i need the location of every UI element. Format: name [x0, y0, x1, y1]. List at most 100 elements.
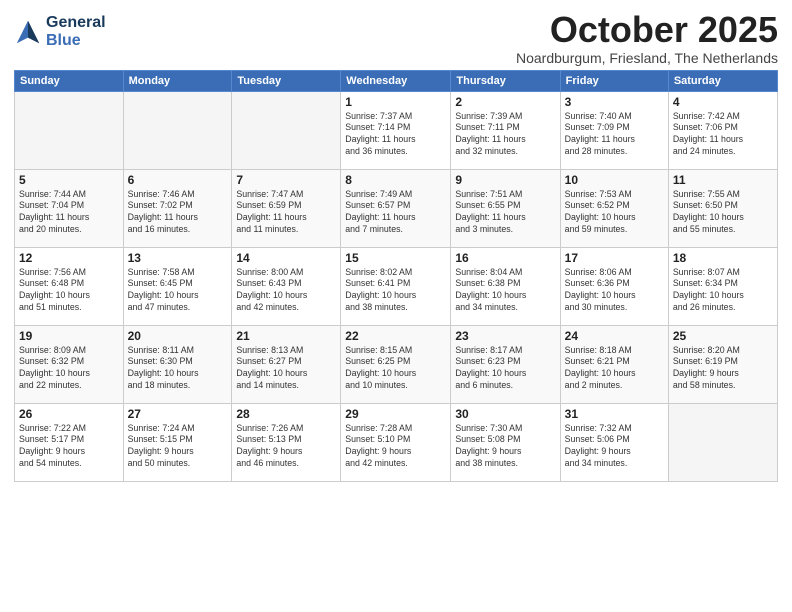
- calendar-cell: [232, 91, 341, 169]
- calendar-cell: 3 Sunrise: 7:40 AM Sunset: 7:09 PM Daylig…: [560, 91, 668, 169]
- day-number: 10: [565, 173, 664, 187]
- day-info: Sunrise: 8:02 AM Sunset: 6:41 PM Dayligh…: [345, 267, 446, 315]
- day-number: 19: [19, 329, 119, 343]
- day-info: Sunrise: 7:30 AM Sunset: 5:08 PM Dayligh…: [455, 423, 555, 471]
- month-title: October 2025: [516, 10, 778, 50]
- day-info: Sunrise: 7:51 AM Sunset: 6:55 PM Dayligh…: [455, 189, 555, 237]
- calendar-cell: 8Sunrise: 7:49 AM Sunset: 6:57 PM Daylig…: [341, 169, 451, 247]
- day-number: 27: [128, 407, 228, 421]
- day-number: 18: [673, 251, 773, 265]
- calendar-cell: 9 Sunrise: 7:51 AM Sunset: 6:55 PM Daylig…: [451, 169, 560, 247]
- day-info: Sunrise: 7:46 AM Sunset: 7:02 PM Dayligh…: [128, 189, 228, 237]
- header-thursday: Thursday: [451, 70, 560, 91]
- day-number: 13: [128, 251, 228, 265]
- calendar-cell: 6 Sunrise: 7:46 AM Sunset: 7:02 PM Daylig…: [123, 169, 232, 247]
- day-number: 7: [236, 173, 336, 187]
- calendar-cell: 24 Sunrise: 8:18 AM Sunset: 6:21 PM Dayli…: [560, 325, 668, 403]
- day-number: 5: [19, 173, 119, 187]
- title-block: October 2025 Noardburgum, Friesland, The…: [516, 10, 778, 66]
- calendar-cell: 23 Sunrise: 8:17 AM Sunset: 6:23 PM Dayli…: [451, 325, 560, 403]
- day-number: 24: [565, 329, 664, 343]
- calendar-week-3: 12Sunrise: 7:56 AM Sunset: 6:48 PM Dayli…: [15, 247, 778, 325]
- header-sunday: Sunday: [15, 70, 124, 91]
- logo-icon: [14, 18, 42, 46]
- day-info: Sunrise: 8:00 AM Sunset: 6:43 PM Dayligh…: [236, 267, 336, 315]
- day-number: 23: [455, 329, 555, 343]
- day-number: 31: [565, 407, 664, 421]
- calendar-cell: 16 Sunrise: 8:04 AM Sunset: 6:38 PM Dayli…: [451, 247, 560, 325]
- day-info: Sunrise: 7:53 AM Sunset: 6:52 PM Dayligh…: [565, 189, 664, 237]
- calendar-cell: 12Sunrise: 7:56 AM Sunset: 6:48 PM Dayli…: [15, 247, 124, 325]
- day-info: Sunrise: 7:28 AM Sunset: 5:10 PM Dayligh…: [345, 423, 446, 471]
- calendar-cell: 25Sunrise: 8:20 AM Sunset: 6:19 PM Dayli…: [668, 325, 777, 403]
- day-number: 20: [128, 329, 228, 343]
- day-number: 17: [565, 251, 664, 265]
- calendar-cell: 26 Sunrise: 7:22 AM Sunset: 5:17 PM Dayli…: [15, 403, 124, 481]
- header-wednesday: Wednesday: [341, 70, 451, 91]
- calendar-week-2: 5 Sunrise: 7:44 AM Sunset: 7:04 PM Daylig…: [15, 169, 778, 247]
- calendar-cell: [668, 403, 777, 481]
- day-number: 12: [19, 251, 119, 265]
- calendar-cell: 29 Sunrise: 7:28 AM Sunset: 5:10 PM Dayli…: [341, 403, 451, 481]
- calendar-header-row: Sunday Monday Tuesday Wednesday Thursday…: [15, 70, 778, 91]
- day-info: Sunrise: 7:22 AM Sunset: 5:17 PM Dayligh…: [19, 423, 119, 471]
- calendar-cell: 20 Sunrise: 8:11 AM Sunset: 6:30 PM Dayli…: [123, 325, 232, 403]
- day-info: Sunrise: 7:24 AM Sunset: 5:15 PM Dayligh…: [128, 423, 228, 471]
- calendar-week-1: 1Sunrise: 7:37 AM Sunset: 7:14 PM Daylig…: [15, 91, 778, 169]
- calendar-cell: 28 Sunrise: 7:26 AM Sunset: 5:13 PM Dayli…: [232, 403, 341, 481]
- day-info: Sunrise: 7:44 AM Sunset: 7:04 PM Dayligh…: [19, 189, 119, 237]
- day-number: 26: [19, 407, 119, 421]
- header-monday: Monday: [123, 70, 232, 91]
- day-info: Sunrise: 7:37 AM Sunset: 7:14 PM Dayligh…: [345, 111, 446, 159]
- calendar-cell: [15, 91, 124, 169]
- day-info: Sunrise: 8:04 AM Sunset: 6:38 PM Dayligh…: [455, 267, 555, 315]
- calendar-cell: 5 Sunrise: 7:44 AM Sunset: 7:04 PM Daylig…: [15, 169, 124, 247]
- calendar-cell: 10 Sunrise: 7:53 AM Sunset: 6:52 PM Dayli…: [560, 169, 668, 247]
- calendar-cell: 1Sunrise: 7:37 AM Sunset: 7:14 PM Daylig…: [341, 91, 451, 169]
- calendar-cell: 18 Sunrise: 8:07 AM Sunset: 6:34 PM Dayli…: [668, 247, 777, 325]
- day-info: Sunrise: 8:20 AM Sunset: 6:19 PM Dayligh…: [673, 345, 773, 393]
- logo-text: General Blue: [46, 14, 106, 50]
- header-tuesday: Tuesday: [232, 70, 341, 91]
- day-info: Sunrise: 8:18 AM Sunset: 6:21 PM Dayligh…: [565, 345, 664, 393]
- calendar-cell: 31 Sunrise: 7:32 AM Sunset: 5:06 PM Dayli…: [560, 403, 668, 481]
- day-info: Sunrise: 7:58 AM Sunset: 6:45 PM Dayligh…: [128, 267, 228, 315]
- day-number: 22: [345, 329, 446, 343]
- calendar-week-4: 19Sunrise: 8:09 AM Sunset: 6:32 PM Dayli…: [15, 325, 778, 403]
- calendar-week-5: 26 Sunrise: 7:22 AM Sunset: 5:17 PM Dayli…: [15, 403, 778, 481]
- calendar-cell: 30 Sunrise: 7:30 AM Sunset: 5:08 PM Dayli…: [451, 403, 560, 481]
- calendar-cell: 19Sunrise: 8:09 AM Sunset: 6:32 PM Dayli…: [15, 325, 124, 403]
- day-number: 2: [455, 95, 555, 109]
- day-info: Sunrise: 8:06 AM Sunset: 6:36 PM Dayligh…: [565, 267, 664, 315]
- day-number: 15: [345, 251, 446, 265]
- day-number: 29: [345, 407, 446, 421]
- logo: General Blue: [14, 14, 106, 50]
- header-friday: Friday: [560, 70, 668, 91]
- day-number: 21: [236, 329, 336, 343]
- day-number: 11: [673, 173, 773, 187]
- day-number: 28: [236, 407, 336, 421]
- day-number: 3: [565, 95, 664, 109]
- day-number: 6: [128, 173, 228, 187]
- day-number: 30: [455, 407, 555, 421]
- day-number: 9: [455, 173, 555, 187]
- day-info: Sunrise: 7:40 AM Sunset: 7:09 PM Dayligh…: [565, 111, 664, 159]
- page-header: General Blue October 2025 Noardburgum, F…: [14, 10, 778, 66]
- calendar-cell: 14 Sunrise: 8:00 AM Sunset: 6:43 PM Dayli…: [232, 247, 341, 325]
- day-info: Sunrise: 8:07 AM Sunset: 6:34 PM Dayligh…: [673, 267, 773, 315]
- day-info: Sunrise: 7:39 AM Sunset: 7:11 PM Dayligh…: [455, 111, 555, 159]
- day-number: 8: [345, 173, 446, 187]
- calendar-cell: 27 Sunrise: 7:24 AM Sunset: 5:15 PM Dayli…: [123, 403, 232, 481]
- day-info: Sunrise: 7:32 AM Sunset: 5:06 PM Dayligh…: [565, 423, 664, 471]
- calendar-cell: 21 Sunrise: 8:13 AM Sunset: 6:27 PM Dayli…: [232, 325, 341, 403]
- day-info: Sunrise: 7:26 AM Sunset: 5:13 PM Dayligh…: [236, 423, 336, 471]
- day-info: Sunrise: 8:13 AM Sunset: 6:27 PM Dayligh…: [236, 345, 336, 393]
- page-container: General Blue October 2025 Noardburgum, F…: [0, 0, 792, 612]
- day-info: Sunrise: 7:47 AM Sunset: 6:59 PM Dayligh…: [236, 189, 336, 237]
- day-number: 14: [236, 251, 336, 265]
- day-info: Sunrise: 8:17 AM Sunset: 6:23 PM Dayligh…: [455, 345, 555, 393]
- calendar-cell: 13 Sunrise: 7:58 AM Sunset: 6:45 PM Dayli…: [123, 247, 232, 325]
- day-info: Sunrise: 8:11 AM Sunset: 6:30 PM Dayligh…: [128, 345, 228, 393]
- location-subtitle: Noardburgum, Friesland, The Netherlands: [516, 50, 778, 66]
- day-number: 16: [455, 251, 555, 265]
